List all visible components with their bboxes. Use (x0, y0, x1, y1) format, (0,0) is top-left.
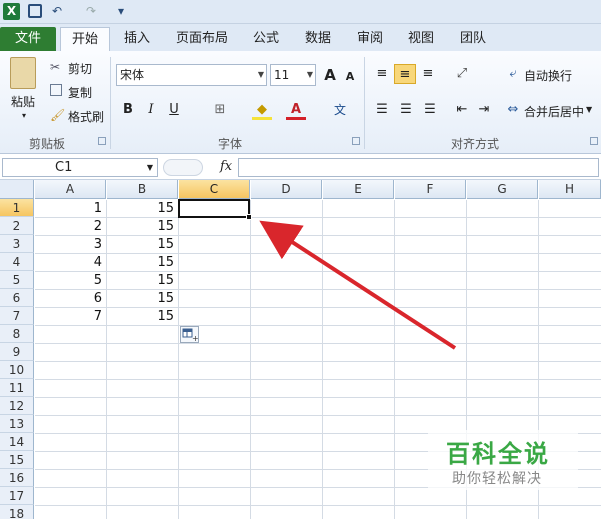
watermark-title: 百科全说 (446, 440, 550, 468)
watermark-subtitle: 助你轻松解决 (452, 471, 542, 487)
watermark-logo: 百科全说 助你轻松解决 (428, 430, 578, 490)
